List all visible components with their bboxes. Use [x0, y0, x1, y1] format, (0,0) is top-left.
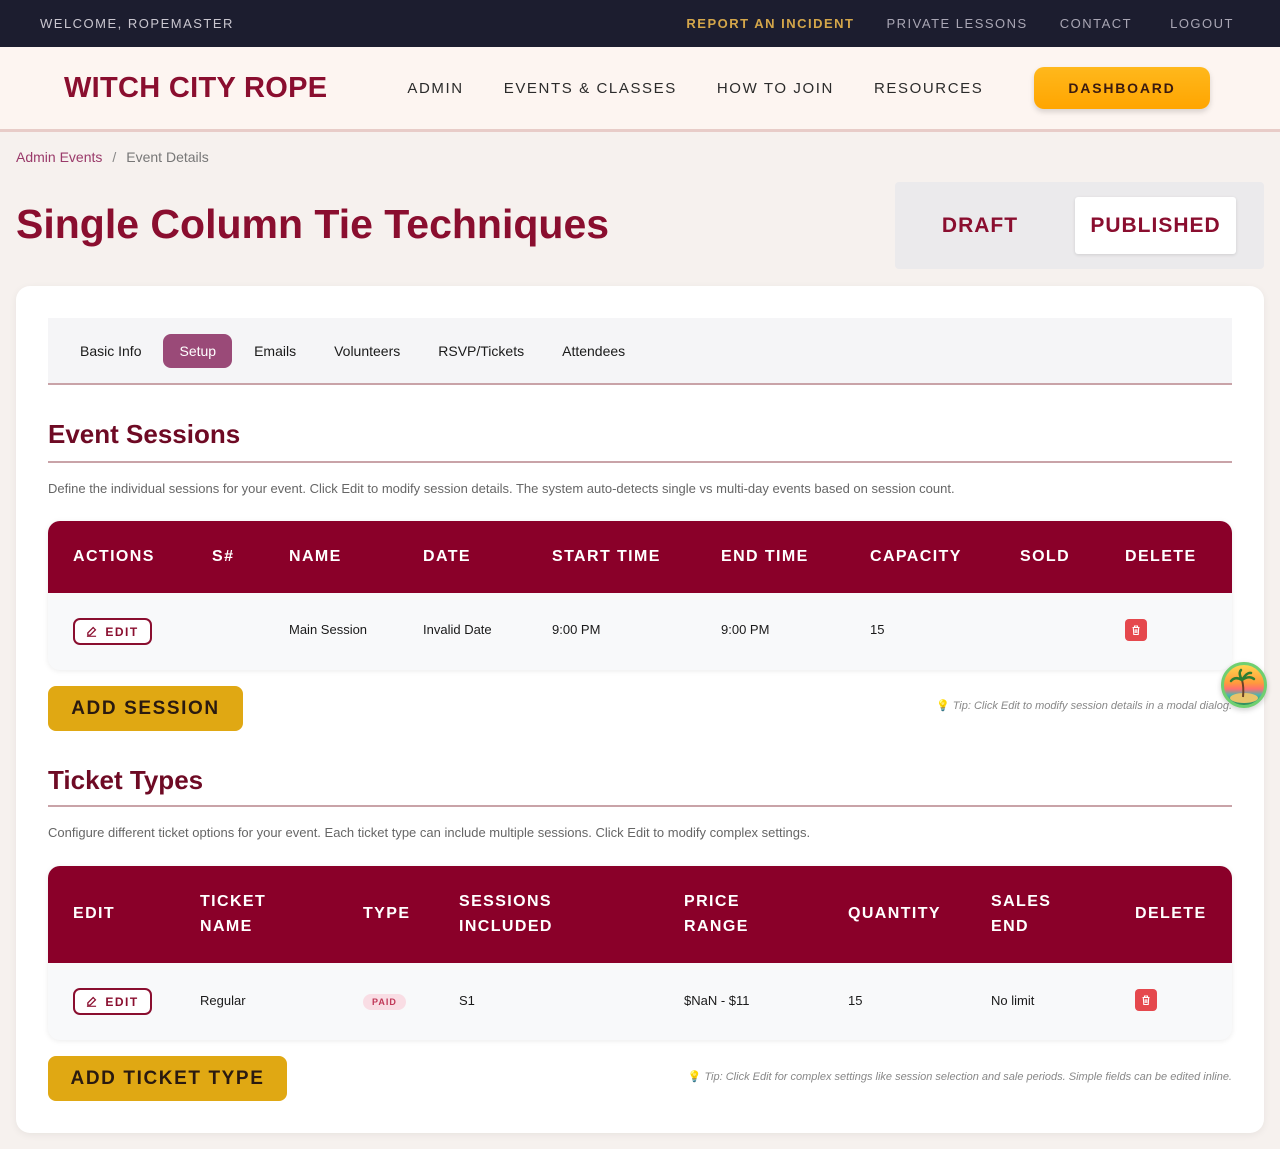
ticket-type-badge: PAID: [363, 994, 406, 1010]
main-nav: ADMIN EVENTS & CLASSES HOW TO JOIN RESOU…: [407, 80, 1023, 97]
sessions-header-sold: SOLD: [1020, 548, 1071, 565]
breadcrumb-admin-events[interactable]: Admin Events: [16, 149, 102, 165]
tickets-header-sales-line1: SALES: [991, 893, 1052, 910]
sessions-table-header: ACTIONS S# NAME DATE START TIME END TIME…: [48, 521, 1232, 593]
tab-attendees[interactable]: Attendees: [546, 334, 641, 368]
tickets-header-quantity: QUANTITY: [848, 905, 941, 922]
add-ticket-type-button[interactable]: ADD TICKET TYPE: [48, 1056, 287, 1101]
tickets-header-name-line1: TICKET: [200, 893, 267, 910]
tab-volunteers[interactable]: Volunteers: [318, 334, 416, 368]
sessions-header-date: DATE: [423, 548, 471, 565]
utility-links: REPORT AN INCIDENT PRIVATE LESSONS CONTA…: [654, 16, 1240, 31]
tickets-header-sessions-line1: SESSIONS: [459, 893, 553, 910]
sessions-header-capacity: CAPACITY: [870, 548, 962, 565]
nav-resources[interactable]: RESOURCES: [874, 80, 983, 97]
session-end-time: 9:00 PM: [721, 622, 770, 637]
lightbulb-icon: 💡: [687, 1071, 702, 1083]
nav-admin[interactable]: ADMIN: [407, 80, 463, 97]
sessions-header-delete: DELETE: [1125, 548, 1197, 565]
sessions-table: ACTIONS S# NAME DATE START TIME END TIME…: [48, 521, 1232, 670]
sessions-header-end-time: END TIME: [721, 548, 809, 565]
breadcrumb-separator: /: [112, 149, 117, 165]
table-row: EDIT Regular PAID S1 $NaN - $11 15 No li…: [48, 963, 1232, 1040]
tickets-header-type: TYPE: [363, 905, 411, 922]
tickets-title: Ticket Types: [48, 765, 204, 795]
logout-link[interactable]: LOGOUT: [1170, 16, 1234, 31]
edit-icon: [86, 996, 97, 1007]
tickets-table-header: EDIT TICKET NAME TYPE SESSIONS INCLUDED …: [48, 866, 1232, 963]
tab-bar: Basic Info Setup Emails Volunteers RSVP/…: [48, 318, 1232, 385]
private-lessons-link[interactable]: PRIVATE LESSONS: [886, 16, 1027, 31]
nav-how-to-join[interactable]: HOW TO JOIN: [717, 80, 834, 97]
sessions-description: Define the individual sessions for your …: [48, 481, 955, 496]
edit-icon: [86, 626, 97, 637]
sessions-header-actions: ACTIONS: [73, 548, 155, 565]
sessions-header-name: NAME: [289, 548, 342, 565]
session-start-time: 9:00 PM: [552, 622, 601, 637]
breadcrumb: Admin Events / Event Details: [16, 149, 209, 165]
session-date: Invalid Date: [423, 622, 492, 637]
tickets-table: EDIT TICKET NAME TYPE SESSIONS INCLUDED …: [48, 866, 1232, 1040]
status-published-option[interactable]: PUBLISHED: [1075, 197, 1236, 254]
tickets-divider: [48, 805, 1232, 807]
edit-label: EDIT: [105, 994, 139, 1009]
avatar[interactable]: [1221, 662, 1267, 708]
report-incident-link[interactable]: REPORT AN INCIDENT: [686, 16, 854, 31]
tab-emails[interactable]: Emails: [238, 334, 312, 368]
sessions-header-number: S#: [212, 548, 235, 565]
dashboard-button[interactable]: DASHBOARD: [1034, 67, 1210, 109]
palm-island-icon: [1229, 668, 1258, 703]
tickets-header-edit: EDIT: [73, 905, 116, 922]
status-draft-option[interactable]: DRAFT: [905, 197, 1055, 254]
edit-ticket-button[interactable]: EDIT: [73, 988, 152, 1015]
site-logo[interactable]: WITCH CITY ROPE: [64, 72, 327, 105]
trash-icon: [1130, 624, 1142, 636]
ticket-sales-end: No limit: [991, 993, 1035, 1008]
tickets-header-sales-line2: END: [991, 918, 1029, 935]
sessions-title: Event Sessions: [48, 419, 241, 449]
tickets-header-price-line1: PRICE: [684, 893, 740, 910]
edit-session-button[interactable]: EDIT: [73, 618, 152, 645]
tickets-header-price-line2: RANGE: [684, 918, 749, 935]
breadcrumb-current: Event Details: [126, 149, 209, 165]
add-session-button[interactable]: ADD SESSION: [48, 686, 243, 731]
utility-bar: WELCOME, ROPEMASTER REPORT AN INCIDENT P…: [0, 0, 1280, 47]
ticket-sessions: S1: [459, 993, 475, 1008]
tickets-tip-text: Tip: Click Edit for complex settings lik…: [704, 1071, 1232, 1083]
lightbulb-icon: 💡: [935, 700, 950, 712]
tab-setup[interactable]: Setup: [163, 333, 233, 368]
sessions-tip: 💡 Tip: Click Edit to modify session detai…: [936, 699, 1232, 712]
tickets-description: Configure different ticket options for y…: [48, 825, 811, 840]
main-header: WITCH CITY ROPE ADMIN EVENTS & CLASSES H…: [0, 47, 1280, 132]
table-row: EDIT Main Session Invalid Date 9:00 PM 9…: [48, 593, 1232, 670]
delete-session-button[interactable]: [1125, 619, 1147, 641]
delete-ticket-button[interactable]: [1135, 989, 1157, 1011]
tickets-header-sessions-line2: INCLUDED: [459, 918, 553, 935]
tickets-header-name-line2: NAME: [200, 918, 253, 935]
sessions-tip-text: Tip: Click Edit to modify session detail…: [952, 700, 1232, 712]
session-capacity: 15: [870, 622, 885, 637]
welcome-text: WELCOME, ROPEMASTER: [40, 16, 234, 31]
tickets-header-delete: DELETE: [1135, 905, 1207, 922]
ticket-name: Regular: [200, 993, 246, 1008]
session-name: Main Session: [289, 622, 368, 637]
tab-basic-info[interactable]: Basic Info: [64, 334, 157, 368]
contact-link[interactable]: CONTACT: [1060, 16, 1132, 31]
trash-icon: [1140, 994, 1152, 1006]
page-title: Single Column Tie Techniques: [16, 201, 610, 247]
ticket-quantity: 15: [848, 993, 863, 1008]
ticket-price-range: $NaN - $11: [684, 993, 750, 1008]
nav-events-classes[interactable]: EVENTS & CLASSES: [504, 80, 677, 97]
event-details-card: Basic Info Setup Emails Volunteers RSVP/…: [16, 286, 1264, 1133]
tickets-tip: 💡 Tip: Click Edit for complex settings li…: [688, 1070, 1232, 1083]
sessions-divider: [48, 461, 1232, 463]
edit-label: EDIT: [105, 624, 139, 639]
sessions-header-start-time: START TIME: [552, 548, 661, 565]
status-toggle: DRAFT PUBLISHED: [895, 182, 1264, 269]
tab-rsvp-tickets[interactable]: RSVP/Tickets: [422, 334, 540, 368]
